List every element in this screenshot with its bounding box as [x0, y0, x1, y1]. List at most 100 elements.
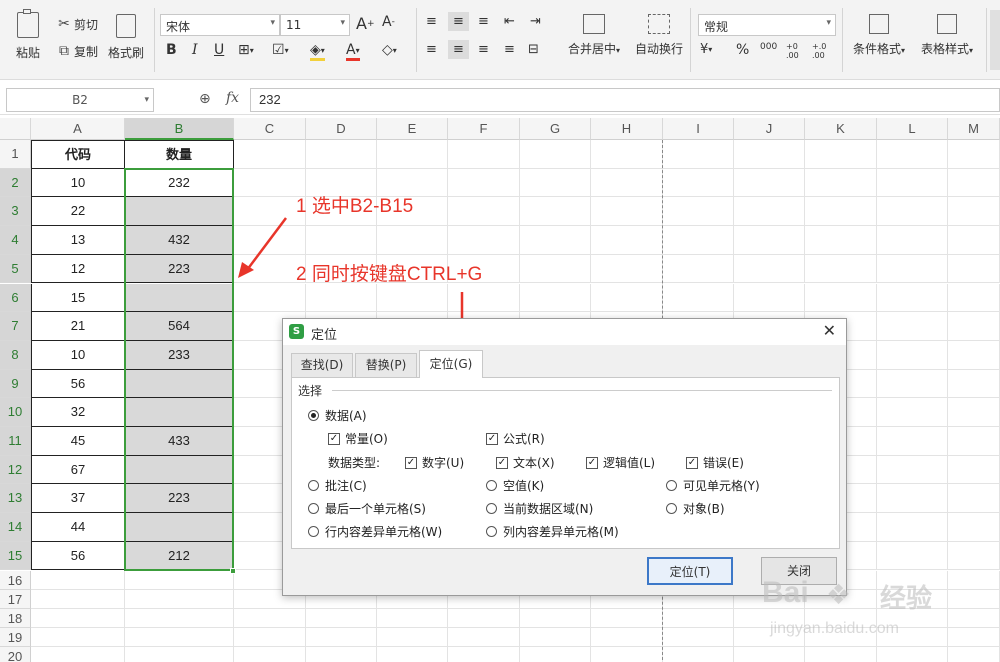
- cell-b3[interactable]: [125, 197, 234, 227]
- cell-h2[interactable]: [591, 168, 663, 198]
- cell-e20[interactable]: [377, 646, 448, 662]
- cell-f20[interactable]: [448, 646, 520, 662]
- row-header-12[interactable]: 12: [0, 455, 31, 485]
- font-size-select[interactable]: 11 ▾: [280, 14, 350, 36]
- cell-l14[interactable]: [877, 513, 948, 542]
- row-header-10[interactable]: 10: [0, 398, 31, 427]
- cell-b9[interactable]: [125, 369, 234, 399]
- cell-b18[interactable]: [125, 608, 234, 628]
- cell-g18[interactable]: [520, 608, 591, 628]
- cell-b11[interactable]: 433: [125, 427, 234, 456]
- radio-col-diff[interactable]: 列内容差异单元格(M): [486, 523, 619, 540]
- align-center-icon[interactable]: ≡: [448, 40, 469, 59]
- cell-k5[interactable]: [805, 254, 877, 284]
- cell-j1[interactable]: [734, 140, 805, 169]
- underline-icon[interactable]: U: [214, 42, 224, 58]
- cell-f2[interactable]: [448, 168, 520, 198]
- indent-increase-icon[interactable]: ⇥: [530, 14, 541, 29]
- close-button[interactable]: 关闭: [761, 557, 837, 585]
- row-header-11[interactable]: 11: [0, 427, 31, 456]
- cell-a13[interactable]: 37: [31, 484, 125, 514]
- indent-decrease-icon[interactable]: ⇤: [504, 14, 515, 29]
- cell-b10[interactable]: [125, 398, 234, 427]
- column-header-k[interactable]: K: [805, 118, 877, 140]
- cell-d19[interactable]: [306, 627, 377, 647]
- cell-d20[interactable]: [306, 646, 377, 662]
- font-name-select[interactable]: 宋体 ▾: [160, 14, 280, 36]
- cell-i20[interactable]: [663, 646, 734, 662]
- cell-m15[interactable]: [948, 541, 1000, 571]
- cell-i3[interactable]: [663, 197, 734, 227]
- cell-f19[interactable]: [448, 627, 520, 647]
- cell-a8[interactable]: 10: [31, 340, 125, 370]
- column-header-a[interactable]: A: [31, 118, 125, 140]
- fill-handle[interactable]: [230, 567, 236, 574]
- tab-goto[interactable]: 定位(G): [419, 350, 483, 378]
- cell-a11[interactable]: 45: [31, 427, 125, 456]
- row-header-17[interactable]: 17: [0, 589, 31, 609]
- cell-l13[interactable]: [877, 484, 948, 514]
- cell-h18[interactable]: [591, 608, 663, 628]
- cell-b8[interactable]: 233: [125, 340, 234, 370]
- italic-icon[interactable]: I: [192, 42, 198, 58]
- cell-l8[interactable]: [877, 340, 948, 370]
- checkbox-error[interactable]: ✓ 错误(E): [686, 454, 744, 471]
- cell-g1[interactable]: [520, 140, 591, 169]
- cell-i19[interactable]: [663, 627, 734, 647]
- cell-l6[interactable]: [877, 283, 948, 313]
- fill-color-icon[interactable]: ◈ ▾: [310, 42, 325, 61]
- row-header-2[interactable]: 2: [0, 168, 31, 198]
- cell-j5[interactable]: [734, 254, 805, 284]
- cell-a4[interactable]: 13: [31, 226, 125, 255]
- tab-find[interactable]: 查找(D): [291, 353, 353, 377]
- cell-j3[interactable]: [734, 197, 805, 227]
- eraser-icon[interactable]: ◇ ▾: [382, 42, 397, 58]
- cell-k20[interactable]: [805, 646, 877, 662]
- formula-input[interactable]: 232: [250, 88, 1000, 112]
- zoom-search-icon[interactable]: ⊕: [199, 91, 211, 107]
- cell-l1[interactable]: [877, 140, 948, 169]
- justify-icon[interactable]: ≡: [504, 42, 515, 57]
- cell-g19[interactable]: [520, 627, 591, 647]
- cell-e19[interactable]: [377, 627, 448, 647]
- cell-l2[interactable]: [877, 168, 948, 198]
- cell-m16[interactable]: [948, 570, 1000, 590]
- goto-ok-button[interactable]: 定位(T): [647, 557, 733, 585]
- merge-center-button[interactable]: 合并居中▾: [564, 14, 624, 57]
- cell-m8[interactable]: [948, 340, 1000, 370]
- tab-replace[interactable]: 替换(P): [355, 353, 417, 377]
- cell-a1[interactable]: 代码: [31, 140, 125, 169]
- name-box[interactable]: B2 ▾: [6, 88, 154, 112]
- cell-l15[interactable]: [877, 541, 948, 571]
- radio-last-cell[interactable]: 最后一个单元格(S): [308, 500, 426, 517]
- cell-b7[interactable]: 564: [125, 312, 234, 341]
- cell-b14[interactable]: [125, 513, 234, 542]
- bold-icon[interactable]: B: [166, 42, 177, 58]
- cell-e4[interactable]: [377, 226, 448, 255]
- cell-m7[interactable]: [948, 312, 1000, 341]
- cell-f18[interactable]: [448, 608, 520, 628]
- column-header-m[interactable]: M: [948, 118, 1000, 140]
- cell-g2[interactable]: [520, 168, 591, 198]
- cell-k3[interactable]: [805, 197, 877, 227]
- cell-k19[interactable]: [805, 627, 877, 647]
- cell-j19[interactable]: [734, 627, 805, 647]
- cell-m4[interactable]: [948, 226, 1000, 255]
- radio-visible[interactable]: 可见单元格(Y): [666, 477, 760, 494]
- ribbon-overflow[interactable]: [990, 10, 1000, 70]
- align-top-icon[interactable]: ≡: [426, 14, 437, 29]
- column-header-i[interactable]: I: [663, 118, 734, 140]
- cell-c18[interactable]: [234, 608, 306, 628]
- column-header-f[interactable]: F: [448, 118, 520, 140]
- fill-style-icon[interactable]: ☑ ▾: [272, 42, 289, 58]
- cell-m12[interactable]: [948, 455, 1000, 485]
- close-icon[interactable]: ✕: [823, 321, 836, 340]
- cell-k18[interactable]: [805, 608, 877, 628]
- cell-j18[interactable]: [734, 608, 805, 628]
- cell-a14[interactable]: 44: [31, 513, 125, 542]
- paste-button[interactable]: 粘贴: [8, 8, 48, 70]
- cell-a10[interactable]: 32: [31, 398, 125, 427]
- cell-e1[interactable]: [377, 140, 448, 169]
- cell-b17[interactable]: [125, 589, 234, 609]
- row-header-19[interactable]: 19: [0, 627, 31, 647]
